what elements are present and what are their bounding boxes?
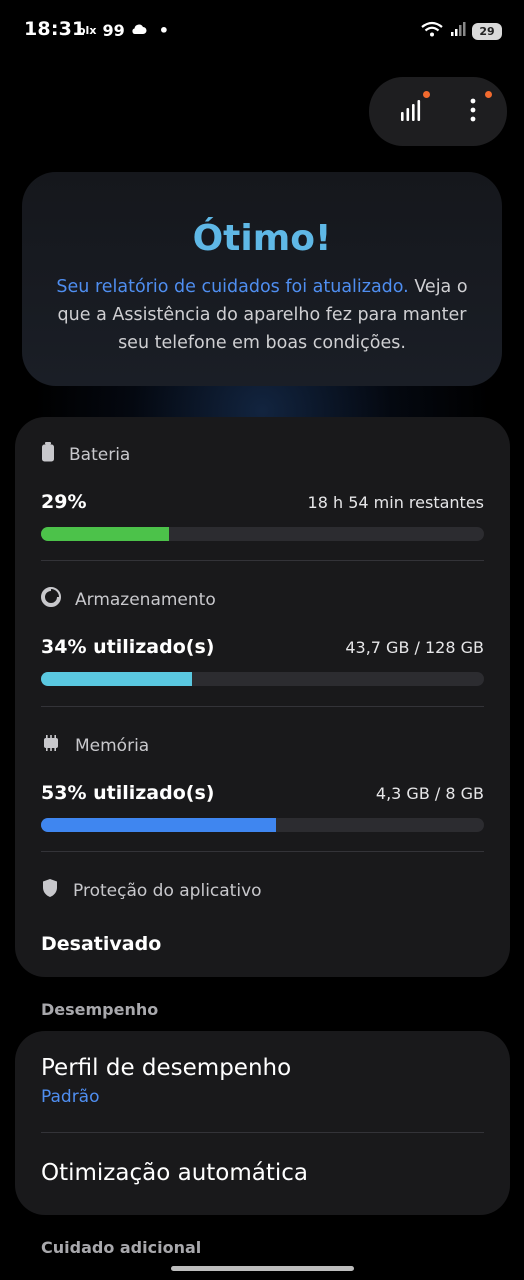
battery-section[interactable]: Bateria 29% 18 h 54 min restantes (41, 442, 484, 541)
additional-care-section-label: Cuidado adicional (41, 1238, 202, 1257)
olx-icon: olx (78, 24, 97, 37)
status-time: 18:31 (24, 18, 86, 40)
performance-profile-value: Padrão (41, 1087, 100, 1107)
app-protection-label: Proteção do aplicativo (73, 880, 262, 901)
auto-optimization-title: Otimização automática (41, 1160, 309, 1186)
storage-section[interactable]: Armazenamento 34% utilizado(s) 43,7 GB /… (41, 587, 484, 686)
care-report-card: Ótimo! Seu relatório de cuidados foi atu… (22, 172, 502, 386)
divider (41, 706, 484, 707)
notification-dot (423, 91, 430, 98)
divider (41, 1132, 484, 1133)
memory-section[interactable]: Memória 53% utilizado(s) 4,3 GB / 8 GB (41, 733, 484, 832)
storage-used-percent: 34% utilizado(s) (41, 636, 215, 658)
memory-used-percent: 53% utilizado(s) (41, 782, 215, 804)
status-bar: 18:31 olx 99 • 29 (0, 0, 524, 60)
divider (41, 851, 484, 852)
app-protection-status: Desativado (41, 933, 162, 955)
ninety-nine-icon: 99 (102, 21, 125, 40)
battery-label: Bateria (69, 444, 131, 465)
care-report-link[interactable]: Seu relatório de cuidados foi atualizado… (56, 277, 408, 297)
device-status-card: Bateria 29% 18 h 54 min restantes Armaze… (15, 417, 510, 977)
status-system-icons: 29 (420, 20, 502, 42)
battery-indicator: 29 (472, 22, 502, 40)
cloud-icon (131, 23, 147, 39)
memory-used-amount: 4,3 GB / 8 GB (375, 784, 484, 803)
battery-icon (41, 442, 55, 467)
home-indicator[interactable] (171, 1266, 354, 1271)
memory-progress-bar (41, 818, 484, 832)
more-options-button[interactable] (438, 77, 507, 146)
bars-icon (397, 97, 423, 127)
performance-profile-item[interactable]: Perfil de desempenho Padrão (41, 1055, 484, 1107)
memory-label: Memória (75, 735, 150, 756)
battery-time-remaining: 18 h 54 min restantes (307, 493, 484, 512)
storage-progress-fill (41, 672, 192, 686)
signal-icon (450, 21, 466, 41)
memory-chip-icon (41, 733, 61, 758)
hero-description: Seu relatório de cuidados foi atualizado… (42, 273, 482, 357)
storage-progress-bar (41, 672, 484, 686)
battery-progress-bar (41, 527, 484, 541)
storage-pie-icon (41, 587, 61, 612)
shield-icon (41, 878, 59, 903)
status-notification-icons: olx 99 • (78, 21, 169, 40)
performance-profile-title: Perfil de desempenho (41, 1055, 292, 1081)
storage-label: Armazenamento (75, 589, 216, 610)
battery-progress-fill (41, 527, 170, 541)
app-protection-section[interactable]: Proteção do aplicativo Desativado (41, 878, 484, 955)
battery-percent: 29% (41, 491, 87, 513)
hero-title: Ótimo! (192, 218, 332, 259)
divider (41, 560, 484, 561)
top-actions (369, 77, 507, 146)
notification-dot (485, 91, 492, 98)
auto-optimization-item[interactable]: Otimização automática (41, 1160, 484, 1186)
more-vertical-icon (469, 97, 477, 127)
storage-used-amount: 43,7 GB / 128 GB (345, 638, 484, 657)
diagnostics-button[interactable] (375, 77, 444, 146)
performance-card: Perfil de desempenho Padrão Otimização a… (15, 1031, 510, 1215)
memory-progress-fill (41, 818, 276, 832)
performance-section-label: Desempenho (41, 1000, 159, 1019)
dot-icon: • (158, 21, 169, 40)
wifi-icon (420, 20, 444, 42)
